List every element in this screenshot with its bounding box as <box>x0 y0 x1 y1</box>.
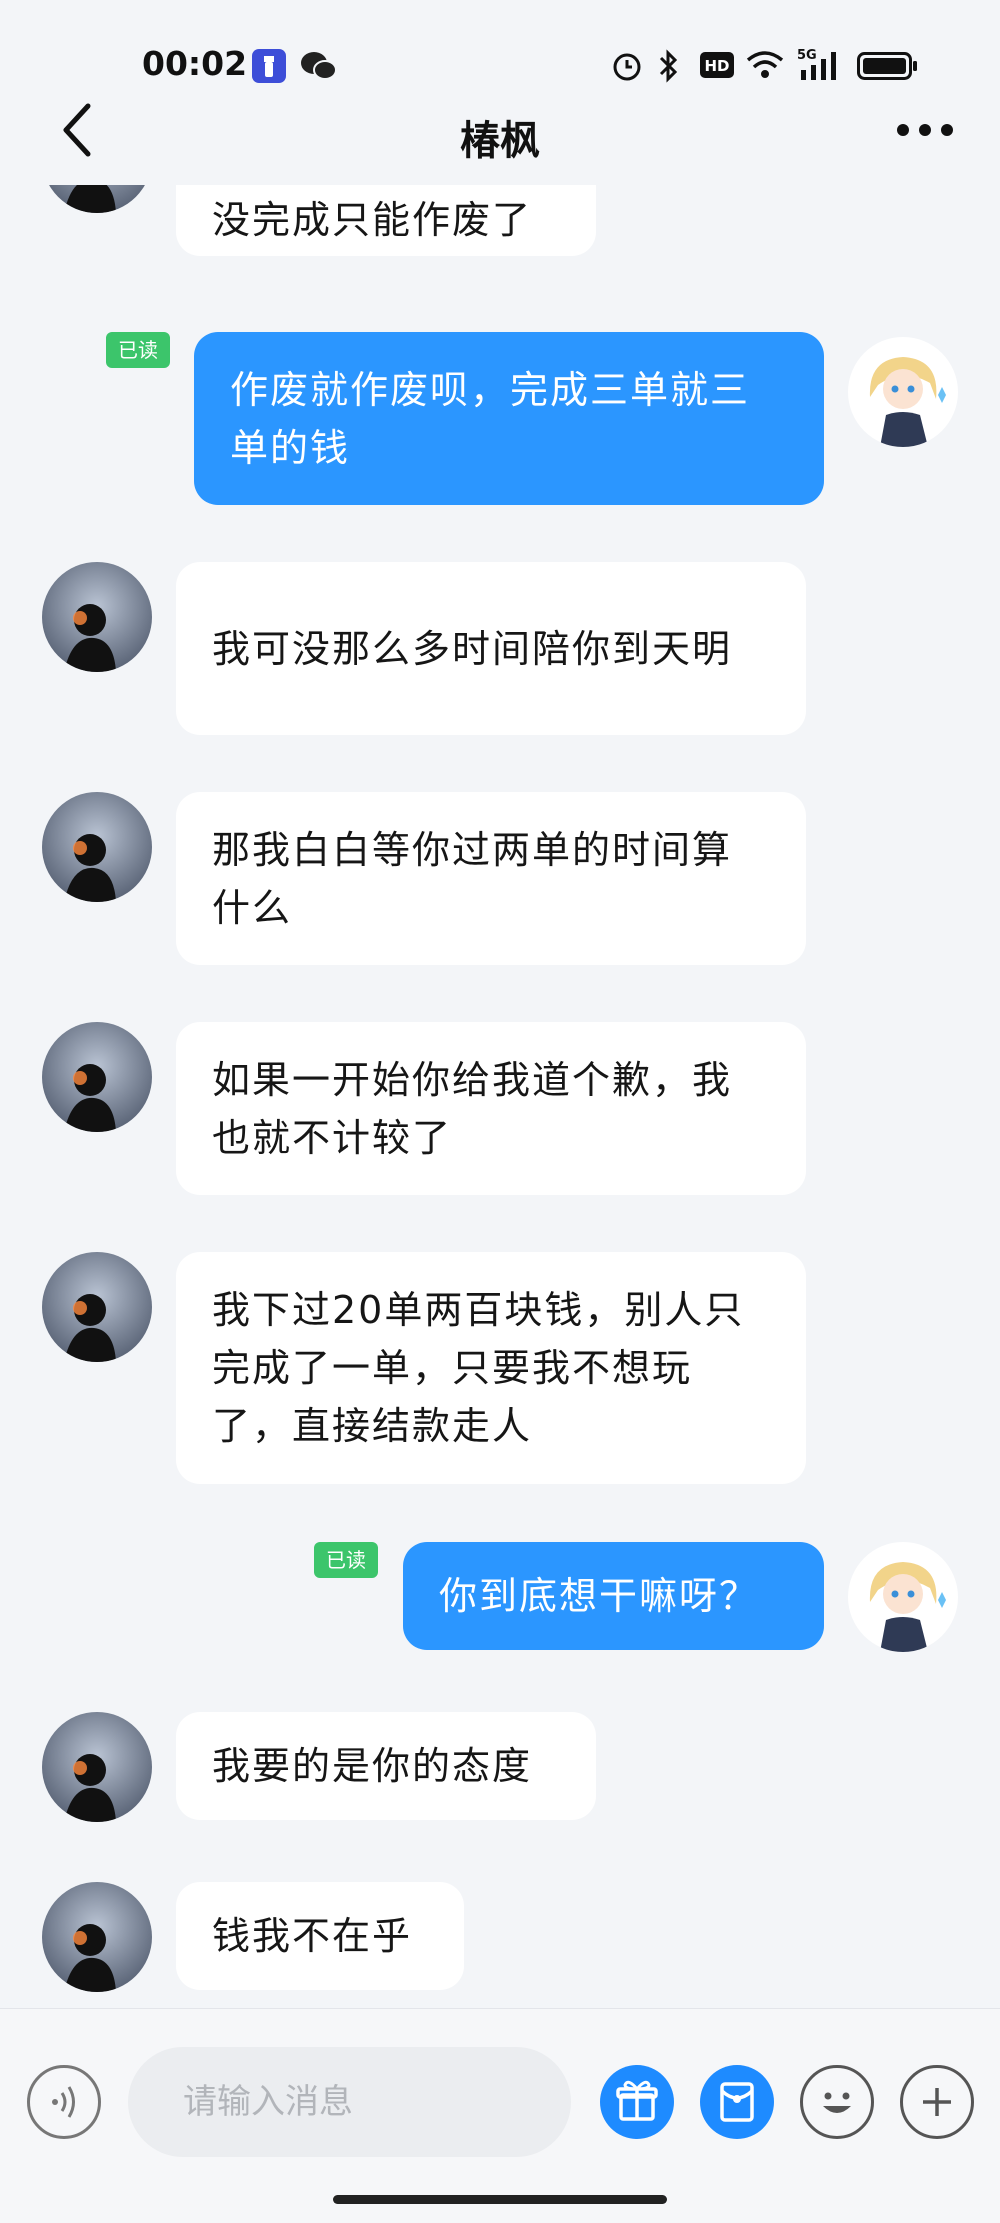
message-bubble[interactable]: 我要的是你的态度 <box>176 1712 596 1820</box>
contact-avatar[interactable] <box>42 1022 152 1132</box>
message-incoming: 我下过20单两百块钱，别人只完成了一单，只要我不想玩了，直接结款走人 <box>0 1252 1000 1487</box>
contact-avatar[interactable] <box>42 562 152 672</box>
chat-header: 椿枫 <box>0 90 1000 185</box>
message-bubble[interactable]: 没完成只能作废了 <box>176 185 596 256</box>
emoji-icon <box>823 2092 851 2113</box>
message-input[interactable] <box>128 2047 571 2157</box>
gift-button[interactable] <box>600 2065 674 2139</box>
contact-avatar[interactable] <box>42 1712 152 1822</box>
input-bar <box>0 2008 1000 2223</box>
message-incoming: 如果一开始你给我道个歉，我也就不计较了 <box>0 1022 1000 1197</box>
message-incoming: 我要的是你的态度 <box>0 1712 1000 1827</box>
self-avatar[interactable] <box>848 1542 958 1652</box>
plus-icon <box>923 2088 951 2116</box>
red-packet-icon <box>720 2082 754 2122</box>
flashlight-app-icon <box>252 49 286 83</box>
message-bubble[interactable]: 钱我不在乎 <box>176 1882 464 1990</box>
wifi-icon <box>746 51 784 78</box>
message-list[interactable]: 没完成只能作废了 已读 作废就作废呗，完成三单就三单的钱 我可没那么多时间陪你到… <box>0 185 1000 2008</box>
voice-input-button[interactable] <box>27 2065 101 2139</box>
more-options-icon[interactable] <box>895 120 955 140</box>
message-text: 那我白白等你过两单的时间算什么 <box>212 827 733 930</box>
voice-icon <box>52 2086 75 2118</box>
message-text: 我要的是你的态度 <box>212 1744 533 1788</box>
message-text: 如果一开始你给我道个歉，我也就不计较了 <box>212 1057 733 1160</box>
message-incoming: 钱我不在乎 <box>0 1882 1000 1997</box>
read-badge: 已读 <box>106 332 170 368</box>
red-packet-button[interactable] <box>700 2065 774 2139</box>
svg-text:5G: 5G <box>797 48 817 63</box>
hd-icon: HD <box>700 52 734 78</box>
more-actions-button[interactable] <box>900 2065 974 2139</box>
contact-avatar[interactable] <box>42 1882 152 1992</box>
home-indicator[interactable] <box>333 2195 667 2204</box>
message-bubble[interactable]: 我可没那么多时间陪你到天明 <box>176 562 806 735</box>
svg-text:HD: HD <box>704 57 729 75</box>
message-incoming: 没完成只能作废了 <box>0 185 1000 275</box>
message-bubble[interactable]: 你到底想干嘛呀？ <box>403 1542 824 1650</box>
read-badge: 已读 <box>314 1542 378 1578</box>
contact-avatar[interactable] <box>42 1252 152 1362</box>
signal-5g-icon: 5G <box>797 48 836 80</box>
message-outgoing: 已读 作废就作废呗，完成三单就三单的钱 <box>0 332 1000 507</box>
message-bubble[interactable]: 我下过20单两百块钱，别人只完成了一单，只要我不想玩了，直接结款走人 <box>176 1252 806 1484</box>
wechat-icon <box>301 52 337 80</box>
message-text: 我下过20单两百块钱，别人只完成了一单，只要我不想玩了，直接结款走人 <box>212 1288 745 1448</box>
chat-title: 椿枫 <box>460 118 540 164</box>
message-bubble[interactable]: 作废就作废呗，完成三单就三单的钱 <box>194 332 824 505</box>
alarm-icon <box>613 53 641 81</box>
message-outgoing: 已读 你到底想干嘛呀？ <box>0 1542 1000 1657</box>
message-text: 钱我不在乎 <box>212 1914 413 1958</box>
message-bubble[interactable]: 如果一开始你给我道个歉，我也就不计较了 <box>176 1022 806 1195</box>
emoji-button[interactable] <box>800 2065 874 2139</box>
gift-icon <box>616 2080 658 2121</box>
bluetooth-icon <box>659 49 678 83</box>
message-text: 我可没那么多时间陪你到天明 <box>212 626 733 671</box>
self-avatar[interactable] <box>848 337 958 447</box>
status-time: 00:02 <box>142 44 248 83</box>
battery-icon <box>857 52 917 80</box>
message-text: 作废就作废呗，完成三单就三单的钱 <box>230 367 751 470</box>
message-bubble[interactable]: 那我白白等你过两单的时间算什么 <box>176 792 806 965</box>
message-incoming: 那我白白等你过两单的时间算什么 <box>0 792 1000 967</box>
message-incoming: 我可没那么多时间陪你到天明 <box>0 562 1000 737</box>
message-text: 没完成只能作废了 <box>212 198 533 242</box>
contact-avatar[interactable] <box>42 792 152 902</box>
contact-avatar[interactable] <box>42 185 152 213</box>
message-text: 你到底想干嘛呀？ <box>439 1574 760 1618</box>
